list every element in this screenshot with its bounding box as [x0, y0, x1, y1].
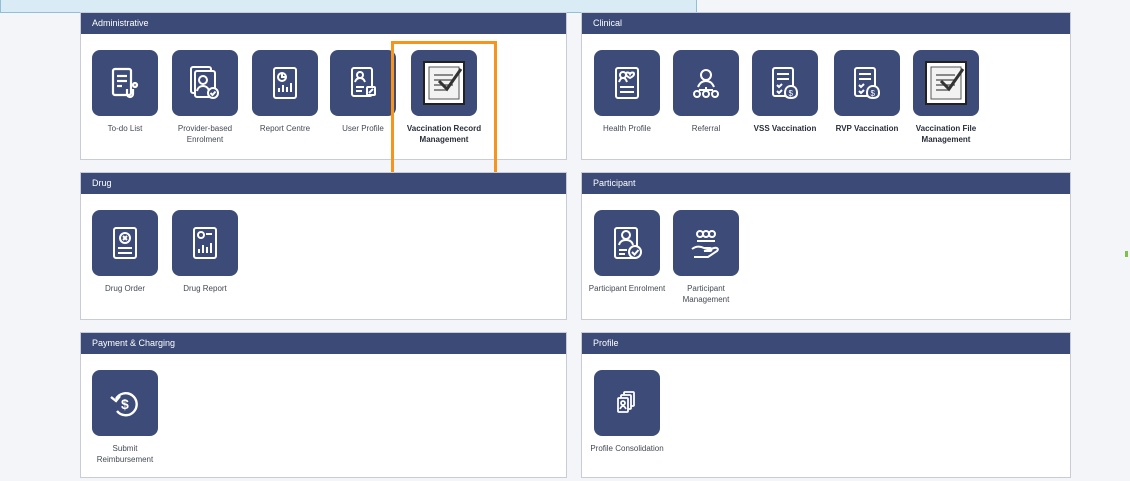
- tile-label: Vaccination File Management: [915, 124, 977, 144]
- todo-list-icon: [111, 67, 139, 99]
- tile-label: VSS Vaccination: [753, 124, 817, 133]
- tile-todo-list[interactable]: To-do List: [85, 50, 165, 134]
- referral-icon: [693, 69, 719, 98]
- panel-title: Administrative: [81, 13, 566, 34]
- drug-order-button[interactable]: [92, 210, 158, 276]
- tile-referral[interactable]: Referral: [666, 50, 746, 134]
- drug-order-icon: [113, 227, 137, 259]
- tile-label: Drug Order: [104, 284, 145, 293]
- edge-marker: [1125, 251, 1128, 257]
- participant-enrolment-button[interactable]: [594, 210, 660, 276]
- profile-consolidation-button[interactable]: [594, 370, 660, 436]
- report-centre-icon: [273, 67, 297, 99]
- tile-label: To-do List: [107, 124, 143, 133]
- vaccination-file-button[interactable]: [913, 50, 979, 116]
- tile-report-centre[interactable]: Report Centre: [245, 50, 325, 134]
- user-profile-icon: [351, 67, 376, 97]
- panel-title: Clinical: [582, 13, 1070, 34]
- tile-label: Drug Report: [183, 284, 227, 293]
- highlight-box: [391, 41, 497, 175]
- drug-report-icon: [193, 227, 217, 259]
- vss-vaccination-button[interactable]: $: [752, 50, 818, 116]
- profile-consolidation-icon: [617, 391, 635, 413]
- rvp-vaccination-button[interactable]: $: [834, 50, 900, 116]
- tile-label: RVP Vaccination: [835, 124, 899, 133]
- user-profile-button[interactable]: [330, 50, 396, 116]
- panel-title: Profile: [582, 333, 1070, 354]
- tile-participant-enrolment[interactable]: Participant Enrolment: [587, 210, 667, 294]
- svg-text:$: $: [121, 396, 129, 412]
- tile-label: Referral: [691, 124, 721, 133]
- tile-label: Provider-based Enrolment: [177, 124, 233, 144]
- panel-title: Participant: [582, 173, 1070, 194]
- tile-label: Participant Enrolment: [588, 284, 666, 293]
- rvp-vaccination-icon: $: [854, 67, 881, 100]
- drug-report-button[interactable]: [172, 210, 238, 276]
- tile-provider-enrolment[interactable]: Provider-based Enrolment: [165, 50, 245, 145]
- tile-drug-order[interactable]: Drug Order: [85, 210, 165, 294]
- tile-label: Profile Consolidation: [590, 444, 664, 453]
- participant-management-icon: [691, 230, 719, 258]
- tile-rvp-vaccination[interactable]: $ RVP Vaccination: [827, 50, 907, 134]
- svg-text:$: $: [789, 89, 794, 98]
- panel-title: Payment & Charging: [81, 333, 566, 354]
- tile-participant-management[interactable]: Participant Management: [666, 210, 746, 305]
- panel-title: Drug: [81, 173, 566, 194]
- participant-management-button[interactable]: [673, 210, 739, 276]
- tile-submit-reimbursement[interactable]: $ Submit Reimbursement: [85, 370, 165, 465]
- tile-drug-report[interactable]: Drug Report: [165, 210, 245, 294]
- tile-vaccination-file[interactable]: Vaccination File Management: [906, 50, 986, 145]
- vss-vaccination-icon: $: [772, 67, 799, 100]
- health-profile-button[interactable]: [594, 50, 660, 116]
- todo-list-button[interactable]: [92, 50, 158, 116]
- vaccination-file-icon: [925, 61, 967, 105]
- provider-enrolment-icon: [190, 66, 219, 99]
- svg-text:$: $: [871, 89, 876, 98]
- tile-label: Report Centre: [259, 124, 311, 133]
- tile-profile-consolidation[interactable]: Profile Consolidation: [587, 370, 667, 454]
- health-profile-icon: [615, 67, 639, 99]
- tile-health-profile[interactable]: Health Profile: [587, 50, 667, 134]
- reimbursement-icon: $: [110, 392, 138, 417]
- participant-enrolment-icon: [614, 227, 642, 259]
- tile-label: Health Profile: [602, 124, 652, 133]
- provider-enrolment-button[interactable]: [172, 50, 238, 116]
- submit-reimbursement-button[interactable]: $: [92, 370, 158, 436]
- tile-vss-vaccination[interactable]: $ VSS Vaccination: [745, 50, 825, 134]
- report-centre-button[interactable]: [252, 50, 318, 116]
- referral-button[interactable]: [673, 50, 739, 116]
- tile-label: Participant Management: [682, 284, 730, 304]
- tile-label: Submit Reimbursement: [96, 444, 154, 464]
